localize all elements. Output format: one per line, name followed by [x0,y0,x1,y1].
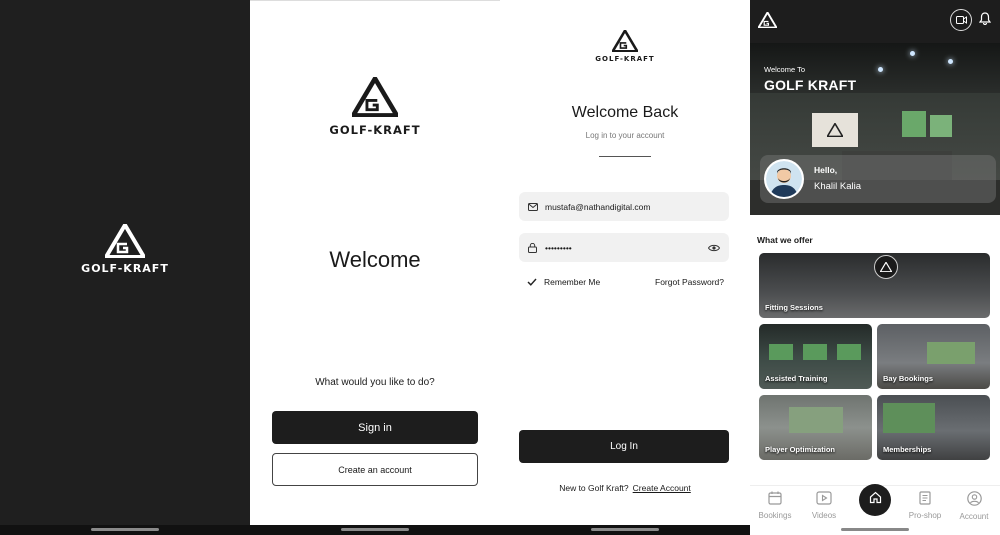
splash-screen: GOLF-KRAFT [0,0,250,535]
home-indicator[interactable] [341,528,409,531]
system-home-bar [250,525,500,535]
forgot-password-link[interactable]: Forgot Password? [655,277,724,287]
bell-icon[interactable] [978,12,992,30]
eye-icon[interactable] [708,244,720,252]
top-divider [250,0,500,1]
home-header [750,0,1000,43]
home-screen: Welcome To GOLF KRAFT Hello, Khalil Kali… [750,0,1000,535]
simulator-screen [930,115,952,137]
calendar-icon [768,491,782,507]
hero-title: GOLF KRAFT [764,77,857,93]
home-indicator[interactable] [591,528,659,531]
app-screens: GOLF-KRAFT GOLF-KRAFT Welcome What would… [0,0,1000,535]
ceiling-light [948,59,953,64]
simulator-screen [883,403,935,433]
nav-videos[interactable]: Videos [801,491,847,520]
simulator-screen [803,344,827,360]
nav-pro-shop[interactable]: Pro-shop [902,491,948,520]
login-button[interactable]: Log In [519,430,729,463]
tile-assisted-training[interactable]: Assisted Training [759,324,872,389]
splash-logo-text: GOLF-KRAFT [81,262,169,275]
nav-account[interactable]: Account [951,491,997,521]
login-screen: GOLF-KRAFT Welcome Back Log in to your a… [500,0,750,535]
tile-label: Assisted Training [765,374,828,383]
welcome-question: What would you like to do? [315,377,435,388]
simulator-screen [927,342,975,364]
ceiling-light [878,67,883,72]
tile-label: Fitting Sessions [765,303,823,312]
bottom-navigation: Bookings Videos Pro-shop Account [750,484,1000,525]
home-indicator[interactable] [91,528,159,531]
splash-logo: GOLF-KRAFT [0,224,250,275]
golf-kraft-logo-icon [352,77,398,117]
greeting-text: Hello, [814,165,838,175]
login-logo-text: GOLF-KRAFT [595,55,655,63]
email-value: mustafa@nathandigital.com [545,201,651,212]
section-title: What we offer [757,235,813,245]
title-divider [599,156,651,157]
lock-icon [528,242,540,253]
simulator-screen [837,344,861,360]
video-call-button[interactable] [950,9,972,31]
tile-player-optimization[interactable]: Player Optimization [759,395,872,460]
brand-badge-icon [874,255,898,279]
mail-icon [528,202,540,211]
system-home-bar [500,525,750,535]
tile-label: Player Optimization [765,445,836,454]
email-field[interactable]: mustafa@nathandigital.com [519,192,729,221]
welcome-title: Welcome [329,247,421,272]
create-account-link[interactable]: Create Account [633,483,691,493]
play-icon [816,491,832,507]
simulator-screen [769,344,793,360]
nav-label: Pro-shop [908,511,942,520]
home-icon [869,491,882,509]
system-home-bar [750,525,1000,535]
ceiling-light [910,51,915,56]
nav-label: Bookings [758,511,792,520]
home-indicator[interactable] [841,528,909,531]
login-logo: GOLF-KRAFT [500,30,750,63]
simulator-screen [902,111,926,137]
tile-bay-bookings[interactable]: Bay Bookings [877,324,990,389]
book-icon [918,491,932,507]
brand-banner [812,113,858,147]
login-title: Welcome Back [571,104,679,121]
password-value: ••••••••• [545,242,572,253]
nav-home-button[interactable] [859,484,891,516]
hero-banner: Welcome To GOLF KRAFT Hello, Khalil Kali… [750,43,1000,215]
sign-in-button[interactable]: Sign in [272,411,478,444]
simulator-screen [789,407,843,433]
user-name: Khalil Kalia [814,181,861,192]
remember-me-label: Remember Me [544,277,601,287]
tile-label: Bay Bookings [883,374,934,383]
tile-label: Memberships [883,445,932,454]
system-home-bar [0,525,250,535]
golf-kraft-logo-icon[interactable] [756,10,779,33]
new-user-text: New to Golf Kraft? [559,483,629,493]
welcome-logo-text: GOLF-KRAFT [329,123,421,137]
checkmark-icon [527,278,537,286]
password-field[interactable]: ••••••••• [519,233,729,262]
nav-bookings[interactable]: Bookings [752,491,798,520]
golf-kraft-logo-icon [105,224,145,258]
video-camera-icon [955,11,967,29]
remember-me-toggle[interactable]: Remember Me [527,277,600,287]
tile-memberships[interactable]: Memberships [877,395,990,460]
user-greeting-card[interactable]: Hello, Khalil Kalia [760,155,996,203]
signup-prompt: New to Golf Kraft? Create Account [500,483,750,493]
golf-kraft-logo-icon [612,30,638,52]
welcome-logo: GOLF-KRAFT [250,77,500,137]
avatar[interactable] [764,159,804,199]
welcome-to-text: Welcome To [764,65,805,74]
tile-fitting-sessions[interactable]: Fitting Sessions [759,253,990,318]
login-subtitle: Log in to your account [585,131,665,140]
user-icon [966,491,982,508]
nav-label: Videos [811,511,837,520]
nav-label: Account [959,512,989,521]
welcome-screen: GOLF-KRAFT Welcome What would you like t… [250,0,500,535]
create-account-button[interactable]: Create an account [272,453,478,486]
